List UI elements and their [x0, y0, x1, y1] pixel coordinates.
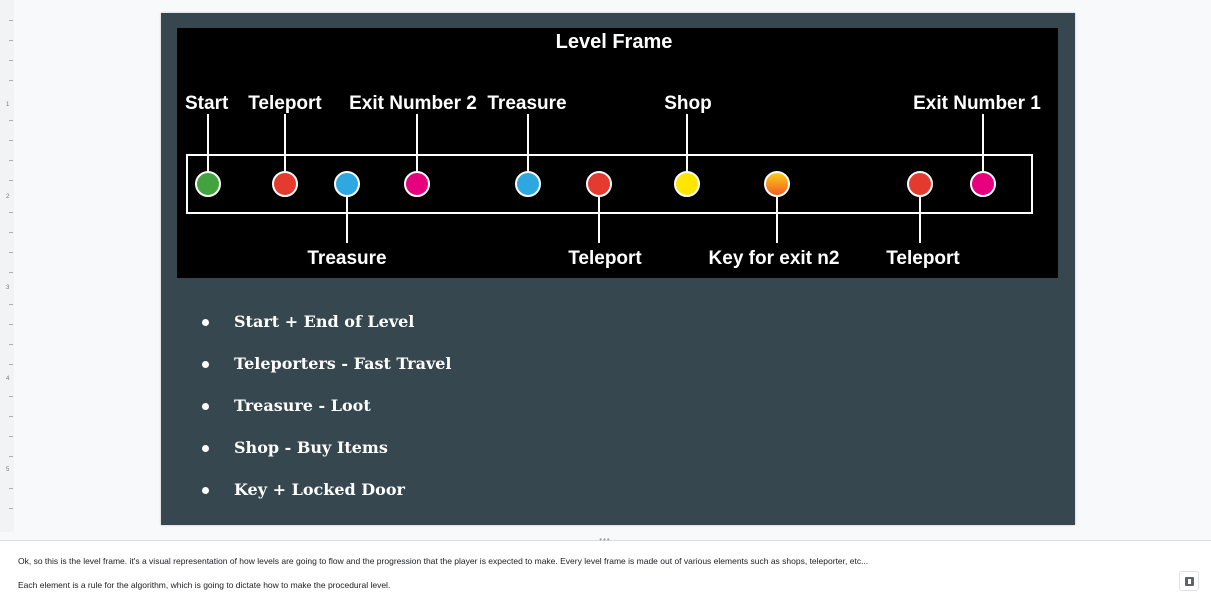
ruler-number: 2 — [6, 194, 10, 200]
teleport-node — [586, 171, 612, 197]
speaker-notes-line: Ok, so this is the level frame. it's a v… — [18, 556, 869, 566]
label-shop: Shop — [664, 93, 712, 114]
bullet-dot — [202, 487, 209, 494]
label-key-for-exit: Key for exit n2 — [709, 248, 840, 269]
level-frame-image[interactable]: Level Frame Start Teleport Exit Number 2… — [177, 28, 1058, 278]
teleport-node — [272, 171, 298, 197]
speaker-notes-icon[interactable] — [1179, 571, 1199, 591]
bullet-item: Treasure - Loot — [200, 394, 452, 436]
bullet-text: Shop - Buy Items — [234, 438, 388, 457]
bullet-item: Shop - Buy Items — [200, 436, 452, 478]
bullet-item: Key + Locked Door — [200, 478, 452, 520]
teleport-node — [907, 171, 933, 197]
frame-title: Level Frame — [556, 31, 673, 53]
label-teleport: Teleport — [248, 93, 322, 114]
bullet-item: Start + End of Level — [200, 310, 452, 352]
vertical-ruler: 1 2 3 4 5 — [0, 0, 15, 532]
speaker-notes-line: Each element is a rule for the algorithm… — [18, 580, 391, 590]
label-teleport-bottom: Teleport — [886, 248, 960, 269]
label-treasure-bottom: Treasure — [307, 248, 386, 269]
exit-2-node — [404, 171, 430, 197]
bullet-dot — [202, 445, 209, 452]
label-teleport-bottom: Teleport — [568, 248, 642, 269]
label-treasure: Treasure — [487, 93, 566, 114]
label-exit-number-1: Exit Number 1 — [913, 93, 1041, 114]
bullet-item: Teleporters - Fast Travel — [200, 352, 452, 394]
bullet-dot — [202, 361, 209, 368]
bullet-text: Key + Locked Door — [234, 480, 405, 499]
treasure-node — [515, 171, 541, 197]
exit-1-node — [970, 171, 996, 197]
ruler-number: 3 — [6, 285, 10, 291]
start-node — [195, 171, 221, 197]
bullet-list[interactable]: Start + End of Level Teleporters - Fast … — [200, 310, 452, 520]
shop-node — [674, 171, 700, 197]
label-start: Start — [185, 93, 229, 114]
bullet-text: Teleporters - Fast Travel — [234, 354, 452, 373]
bullet-dot — [202, 403, 209, 410]
bullet-text: Start + End of Level — [234, 312, 415, 331]
bullet-dot — [202, 319, 209, 326]
treasure-node — [334, 171, 360, 197]
ruler-number: 1 — [6, 102, 10, 108]
speaker-notes-panel[interactable]: Ok, so this is the level frame. it's a v… — [0, 541, 1211, 597]
label-exit-number-2: Exit Number 2 — [349, 93, 477, 114]
bullet-text: Treasure - Loot — [234, 396, 371, 415]
key-node — [764, 171, 790, 197]
ruler-number: 5 — [6, 467, 10, 473]
ruler-number: 4 — [6, 376, 10, 382]
